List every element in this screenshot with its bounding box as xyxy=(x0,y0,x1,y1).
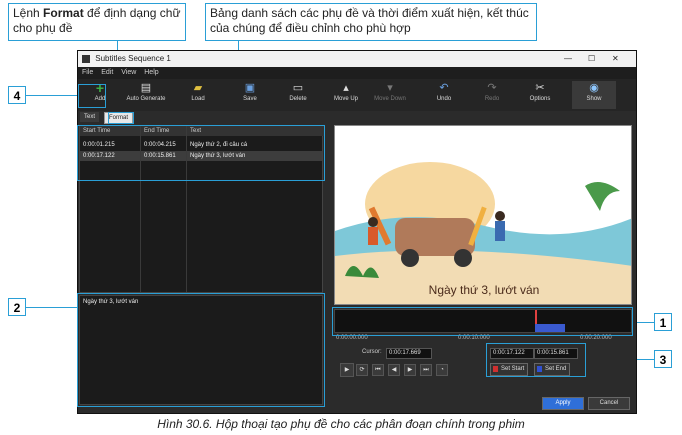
toolbar: + Add ▤ Auto Generate ▰ Load ▣ Save ▭ Delete … xyxy=(78,79,636,111)
eye-icon: ◉ xyxy=(589,82,599,94)
save-button[interactable]: ▣ Save xyxy=(228,81,272,109)
format-highlight xyxy=(108,112,134,124)
delete-button[interactable]: ▭ Delete xyxy=(276,81,320,109)
undo-button[interactable]: ↶ Undo xyxy=(422,81,466,109)
skip-start-button[interactable]: ⏮ xyxy=(372,364,384,376)
auto-icon: ▤ xyxy=(140,82,152,94)
move-up-button[interactable]: ▴ Move Up xyxy=(324,81,368,109)
callout-number-1: 1 xyxy=(654,313,672,331)
list-highlight xyxy=(77,125,325,181)
list-callout-text: Bảng danh sách các phụ đề và thời điểm x… xyxy=(210,6,529,35)
load-label: Load xyxy=(191,96,205,102)
cancel-button[interactable]: Cancel xyxy=(588,397,630,410)
preview-caption: Ngày thứ 3, lướt ván xyxy=(429,283,540,297)
preview-scene: Ngày thứ 3, lướt ván xyxy=(335,126,631,304)
save-icon: ▣ xyxy=(244,82,256,94)
window-title: Subtitles Sequence 1 xyxy=(95,54,171,63)
list-callout: Bảng danh sách các phụ đề và thời điểm x… xyxy=(205,3,537,41)
options-button[interactable]: ✂ Options xyxy=(518,81,562,109)
play-button[interactable]: ▶ xyxy=(340,363,354,377)
show-button[interactable]: ◉ Show xyxy=(572,81,616,109)
callout-number-3: 3 xyxy=(654,350,672,368)
cursor-label: Cursor: xyxy=(362,349,382,355)
speed-button[interactable]: ◔ xyxy=(436,364,448,376)
format-callout-prefix: Lệnh xyxy=(13,6,44,20)
close-button[interactable]: ✕ xyxy=(612,51,619,67)
callout-4-line xyxy=(26,95,78,96)
figure-caption: Hình 30.6. Hộp thoại tạo phụ đề cho các … xyxy=(157,417,525,431)
options-icon: ✂ xyxy=(535,82,545,94)
redo-label: Redo xyxy=(484,96,500,102)
save-label: Save xyxy=(243,96,257,102)
undo-label: Undo xyxy=(436,96,452,102)
menu-file[interactable]: File xyxy=(82,69,93,76)
text-highlight xyxy=(77,293,325,407)
show-label: Show xyxy=(586,96,602,102)
title-bar: Subtitles Sequence 1 — ☐ ✕ xyxy=(78,51,636,67)
menu-edit[interactable]: Edit xyxy=(101,69,113,76)
toolbar-highlight xyxy=(78,84,106,108)
move-up-icon: ▴ xyxy=(343,82,349,94)
auto-generate-button[interactable]: ▤ Auto Generate xyxy=(124,81,168,109)
setstart-highlight xyxy=(486,343,586,377)
menu-help[interactable]: Help xyxy=(144,69,158,76)
menu-view[interactable]: View xyxy=(121,69,136,76)
move-down-label: Move Down xyxy=(374,96,406,102)
app-icon xyxy=(82,54,90,63)
move-down-icon: ▾ xyxy=(387,82,393,94)
tab-text[interactable]: Text xyxy=(80,112,100,122)
playback-controls: Cursor: 0:00:17.669 0:00:17.122 0:00:15.… xyxy=(334,347,632,391)
person-shape xyxy=(368,217,378,227)
options-label: Options xyxy=(529,96,551,102)
step-forward-button[interactable]: ▶ xyxy=(404,364,416,376)
person-shape xyxy=(495,211,505,221)
tab-strip: Text Format xyxy=(78,111,636,124)
skip-end-button[interactable]: ⏭ xyxy=(420,364,432,376)
callout-2-line xyxy=(26,307,78,308)
format-callout: Lệnh Format để định dạng chữ cho phụ đề xyxy=(8,3,186,41)
undo-icon: ↶ xyxy=(439,82,449,94)
format-callout-bold: Format xyxy=(43,6,84,20)
delete-label: Delete xyxy=(289,96,307,102)
delete-icon: ▭ xyxy=(292,82,304,94)
redo-button[interactable]: ↷ Redo xyxy=(470,81,514,109)
move-up-label: Move Up xyxy=(333,96,358,102)
move-down-button[interactable]: ▾ Move Down xyxy=(368,81,412,109)
loop-button[interactable]: ⟳ xyxy=(356,364,368,376)
cursor-field[interactable]: 0:00:17.669 xyxy=(386,348,432,359)
redo-icon: ↷ xyxy=(487,82,497,94)
timeline-highlight xyxy=(332,307,633,336)
menu-bar: File Edit View Help xyxy=(78,67,636,79)
step-back-button[interactable]: ◀ xyxy=(388,364,400,376)
video-preview: Ngày thứ 3, lướt ván xyxy=(334,125,632,305)
maximize-button[interactable]: ☐ xyxy=(588,51,595,67)
auto-generate-label: Auto Generate xyxy=(126,96,166,102)
minimize-button[interactable]: — xyxy=(564,51,572,67)
callout-number-4: 4 xyxy=(8,86,26,104)
apply-button[interactable]: Apply xyxy=(542,397,584,410)
callout-number-2: 2 xyxy=(8,298,26,316)
load-button[interactable]: ▰ Load xyxy=(176,81,220,109)
folder-icon: ▰ xyxy=(193,82,203,94)
